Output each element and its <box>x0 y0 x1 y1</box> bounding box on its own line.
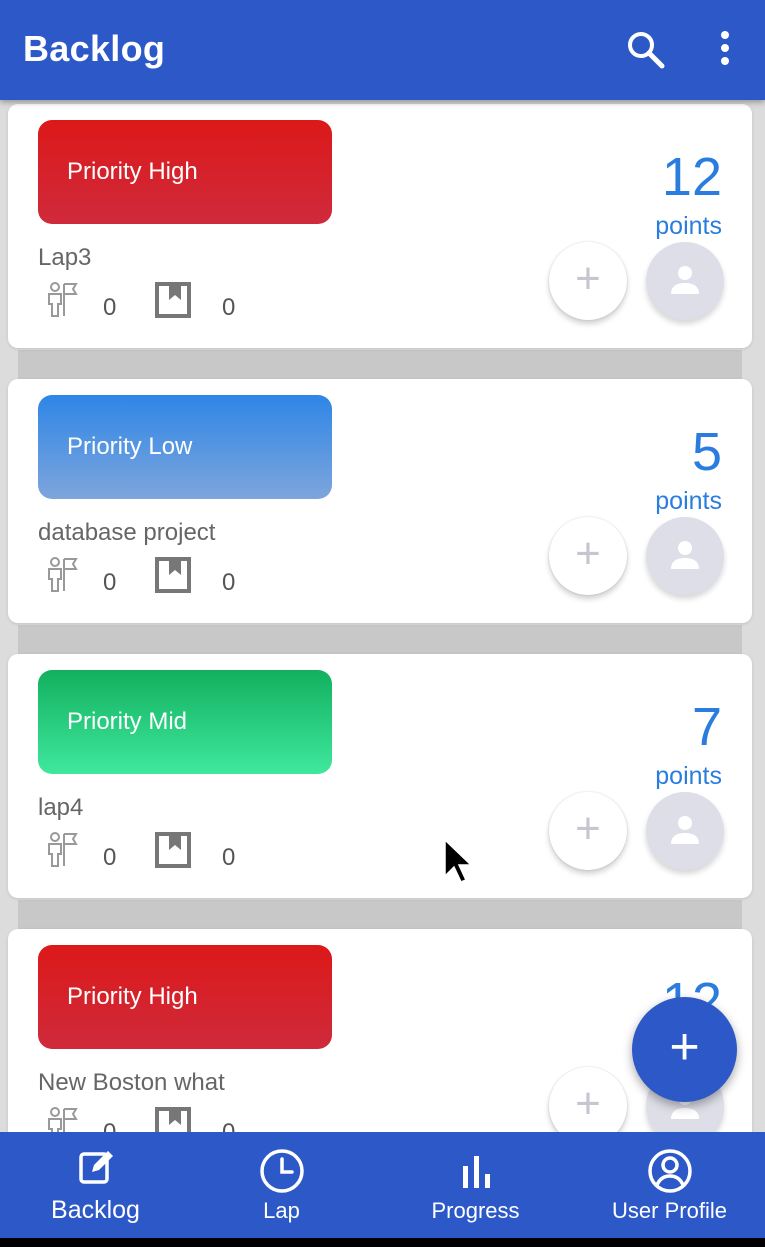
members-icon <box>48 557 78 592</box>
nav-item-user-profile[interactable]: User Profile <box>574 1132 765 1238</box>
add-backlog-fab[interactable]: + <box>632 997 737 1102</box>
divider <box>18 625 742 655</box>
app-bar: Backlog <box>0 0 765 100</box>
priority-badge: Priority Low <box>38 395 332 499</box>
stories-count: 0 <box>222 569 236 596</box>
assignee-avatar[interactable] <box>646 792 724 870</box>
points-label: points <box>655 487 722 515</box>
members-count: 0 <box>103 569 117 596</box>
members-icon <box>48 282 78 317</box>
add-member-button[interactable]: + <box>549 1067 627 1132</box>
mouse-cursor-icon <box>444 838 473 883</box>
clock-icon <box>259 1149 304 1193</box>
stories-count: 0 <box>222 294 236 321</box>
points-value: 5 <box>691 422 722 482</box>
account-circle-icon <box>647 1149 692 1193</box>
more-vert-icon[interactable] <box>708 28 742 70</box>
backlog-card[interactable]: Priority Mid lap4 0 0 7 points + <box>8 654 752 898</box>
members-count: 0 <box>103 294 117 321</box>
bookmark-icon <box>155 557 191 593</box>
nav-label: Lap <box>263 1198 300 1223</box>
points-value: 7 <box>691 697 722 757</box>
points-value: 12 <box>661 147 722 207</box>
priority-badge: Priority High <box>38 120 332 224</box>
task-name: database project <box>38 519 216 546</box>
nav-item-backlog[interactable]: Backlog <box>0 1132 191 1238</box>
members-count: 0 <box>103 1119 116 1132</box>
points-label: points <box>655 762 722 790</box>
divider <box>18 900 742 930</box>
search-icon[interactable] <box>624 28 666 70</box>
divider <box>18 350 742 380</box>
nav-label: User Profile <box>612 1198 727 1223</box>
nav-label: Backlog <box>51 1196 140 1224</box>
priority-badge: Priority High <box>38 945 332 1049</box>
add-member-button[interactable]: + <box>549 517 627 595</box>
assignee-avatar[interactable] <box>646 517 724 595</box>
person-icon <box>671 816 699 844</box>
members-count: 0 <box>103 844 117 871</box>
points-label: points <box>655 212 722 240</box>
person-icon <box>671 541 699 569</box>
nav-label: Progress <box>431 1198 520 1223</box>
members-icon <box>48 1107 78 1132</box>
add-member-button[interactable]: + <box>549 792 627 870</box>
bar-chart-icon <box>462 1156 490 1188</box>
assignee-avatar[interactable] <box>646 242 724 320</box>
stories-count: 0 <box>222 844 236 871</box>
edit-icon <box>78 1151 113 1184</box>
page-title: Backlog <box>23 28 166 69</box>
members-icon <box>48 832 78 867</box>
add-member-button[interactable]: + <box>549 242 627 320</box>
bookmark-icon <box>155 282 191 318</box>
backlog-card[interactable]: Priority Low database project 0 0 5 poin… <box>8 379 752 623</box>
backlog-card[interactable]: Priority High Lap3 0 0 12 points + <box>8 104 752 348</box>
screen: Backlog Priority High Lap3 0 0 12 points… <box>0 0 765 1238</box>
bookmark-icon <box>155 832 191 868</box>
backlog-list[interactable]: Priority High Lap3 0 0 12 points + Prior… <box>0 100 765 1132</box>
nav-item-progress[interactable]: Progress <box>380 1132 571 1238</box>
bookmark-icon <box>155 1107 191 1132</box>
task-name: New Boston what <box>38 1069 225 1096</box>
priority-badge: Priority Mid <box>38 670 332 774</box>
bottom-nav: Backlog Lap Progress User Profile <box>0 1132 765 1238</box>
task-name: Lap3 <box>38 244 92 271</box>
nav-item-lap[interactable]: Lap <box>186 1132 377 1238</box>
person-icon <box>671 266 699 294</box>
task-name: lap4 <box>38 794 84 821</box>
stories-count: 0 <box>222 1119 235 1132</box>
